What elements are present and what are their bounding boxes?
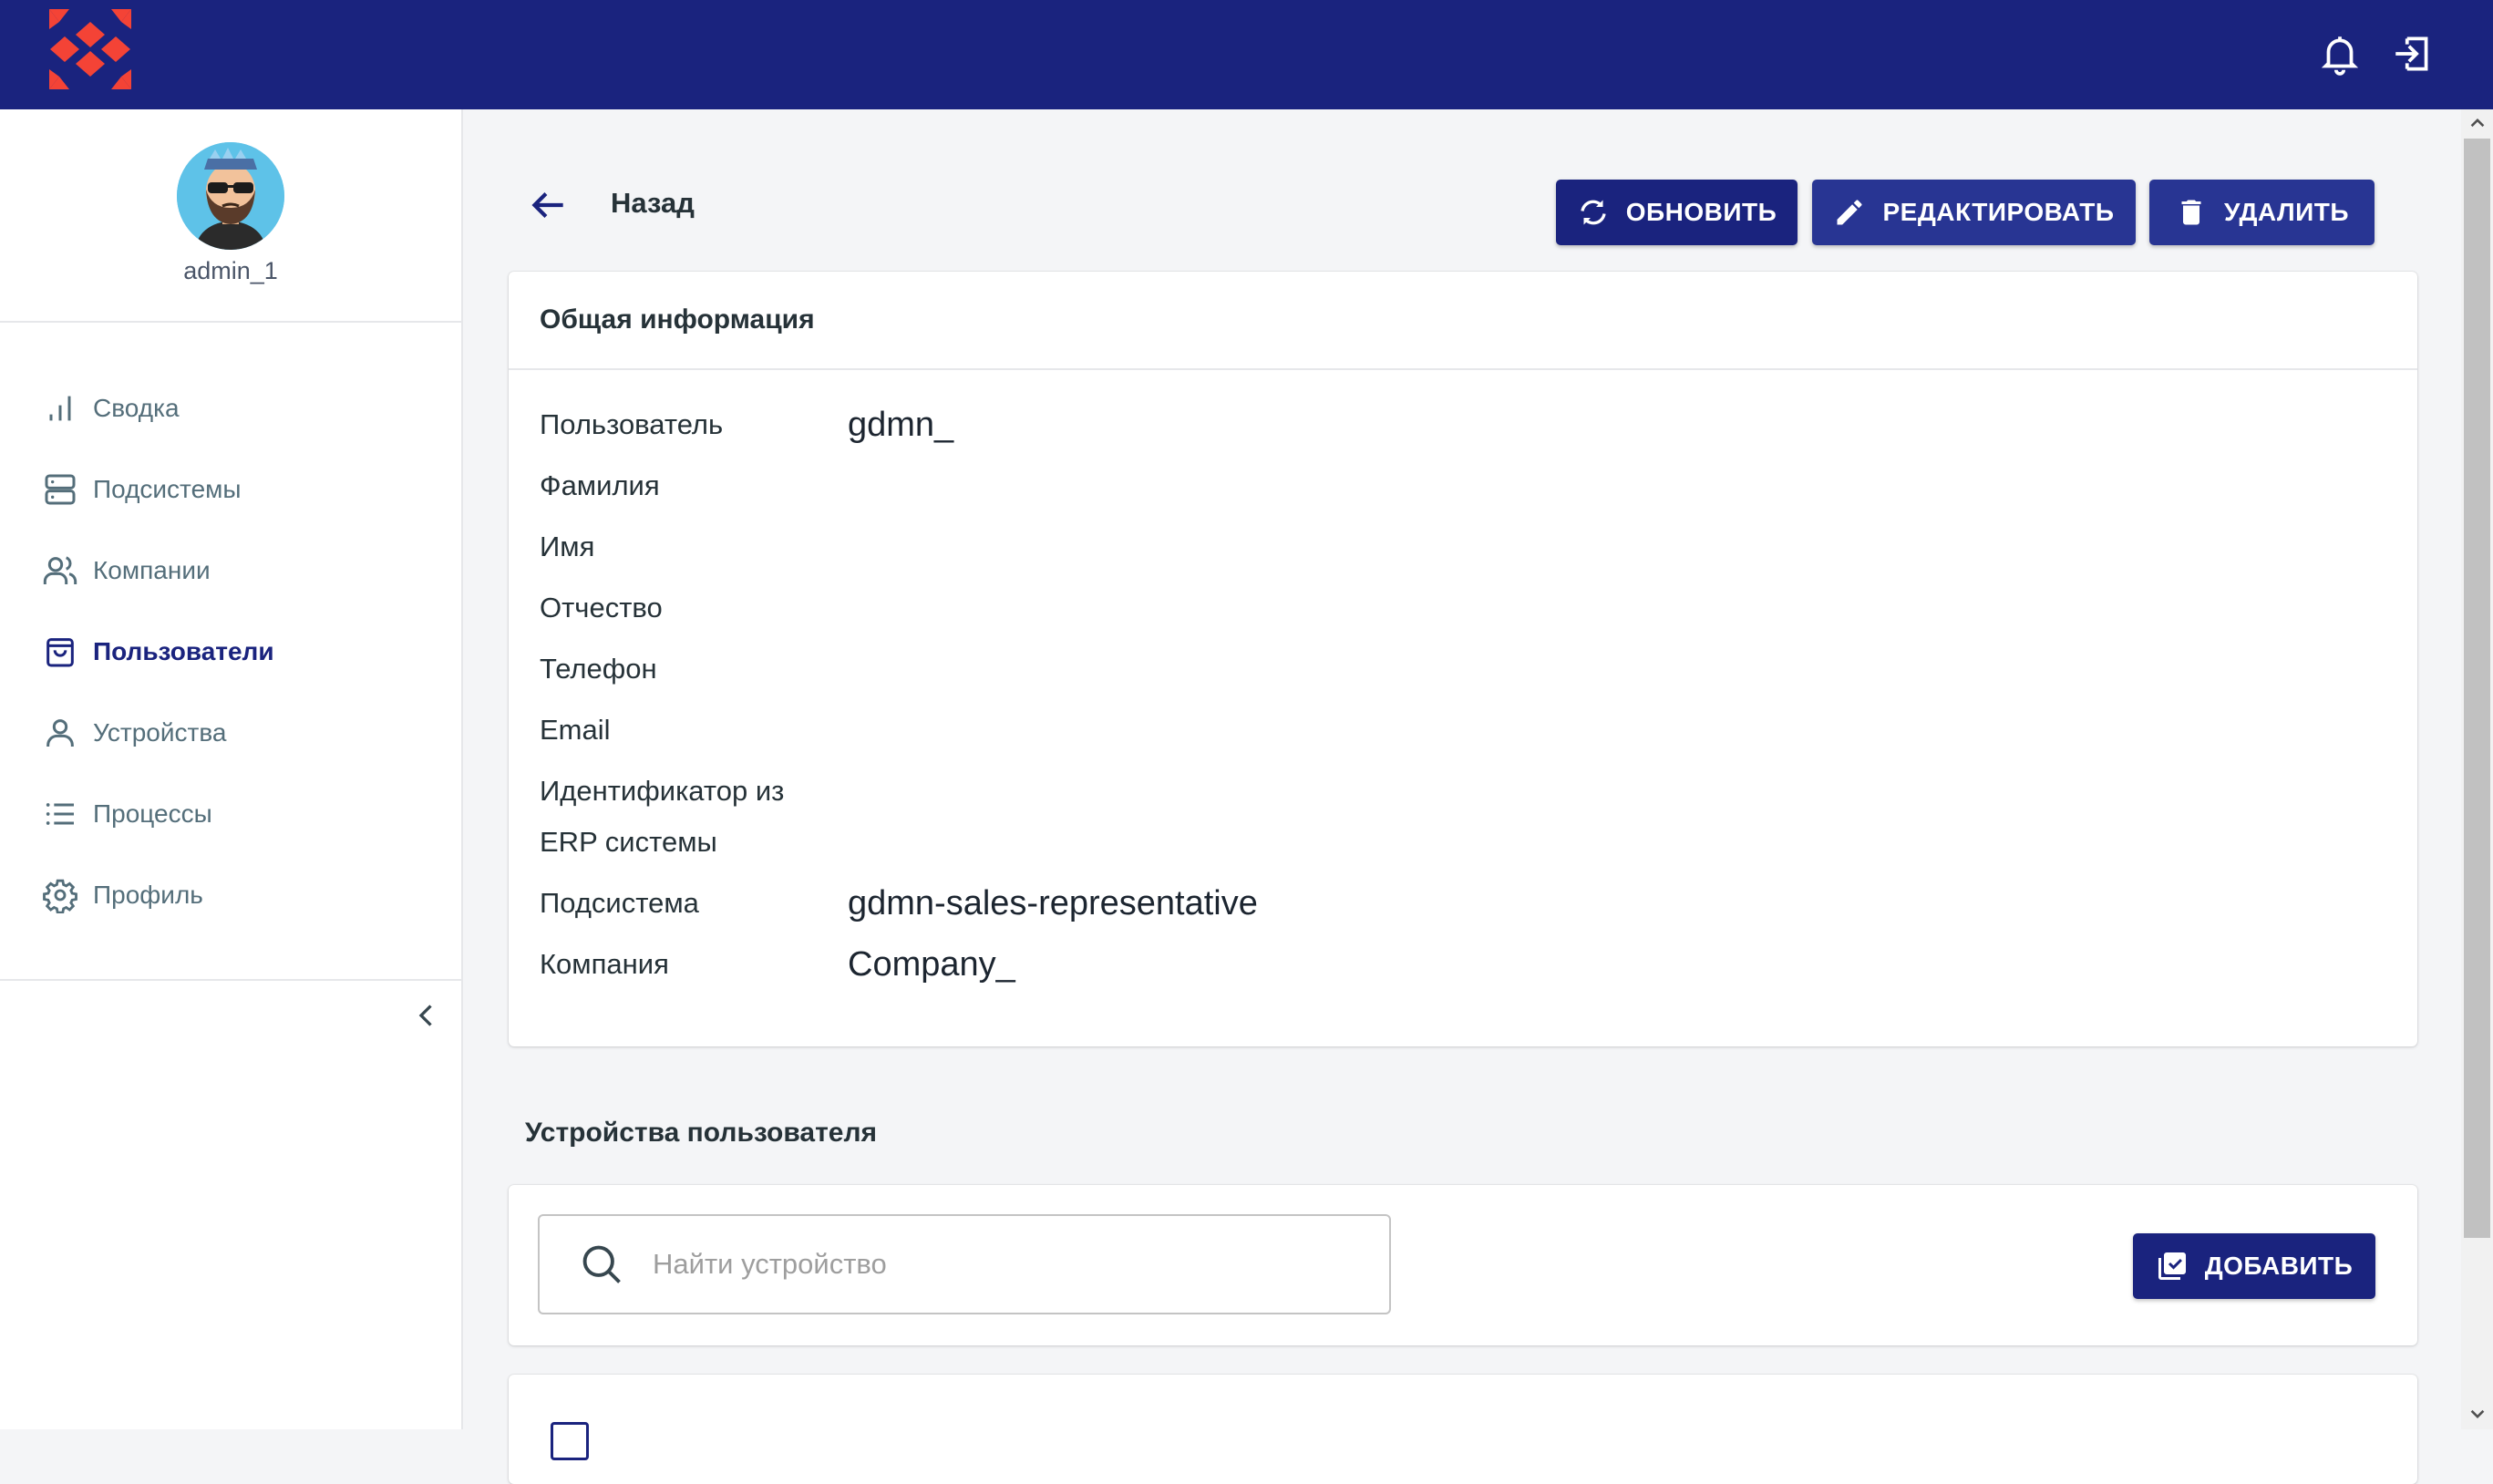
brand-logo[interactable]	[42, 4, 139, 95]
top-app-bar	[0, 0, 2493, 109]
sidebar-item-companies[interactable]: Компании	[40, 543, 423, 598]
refresh-icon	[1581, 200, 1606, 225]
select-all-checkbox[interactable]	[551, 1422, 589, 1460]
field-value-username: gdmn_	[848, 406, 954, 444]
logout-icon[interactable]	[2390, 31, 2436, 77]
bell-icon[interactable]	[2317, 31, 2363, 77]
sidebar-item-devices[interactable]: Устройства	[40, 706, 423, 760]
sidebar-item-subsystems[interactable]: Подсистемы	[40, 462, 423, 517]
delete-label: УДАЛИТЬ	[2223, 198, 2349, 226]
sidebar-divider	[0, 979, 461, 981]
refresh-label: ОБНОВИТЬ	[1625, 198, 1777, 226]
pencil-icon	[1837, 200, 1862, 225]
card-divider	[509, 368, 2417, 370]
scroll-down-icon[interactable]	[2461, 1400, 2493, 1427]
back-link[interactable]: Назад	[611, 187, 695, 220]
sidebar-item-summary[interactable]: Сводка	[40, 381, 423, 436]
sidebar-item-processes[interactable]: Процессы	[40, 787, 423, 841]
sidebar-item-label: Пользователи	[93, 637, 274, 665]
sidebar-item-label: Профиль	[93, 881, 203, 909]
sidebar-item-label: Процессы	[93, 799, 212, 828]
avatar[interactable]	[177, 142, 284, 250]
field-label-patronymic: Отчество	[540, 592, 663, 623]
delete-button[interactable]: УДАЛИТЬ	[2149, 180, 2375, 245]
shopping-bag-icon	[40, 632, 80, 672]
search-input[interactable]	[651, 1247, 1347, 1282]
field-value-company: Company_	[848, 945, 1015, 984]
add-box-icon	[2158, 1252, 2186, 1280]
chevron-left-icon[interactable]	[407, 995, 447, 1036]
field-label-username: Пользователь	[540, 408, 724, 440]
trash-icon	[2181, 200, 2201, 225]
bar-chart-icon	[40, 388, 80, 428]
username: admin_1	[183, 257, 278, 284]
sidebar-item-users[interactable]: Пользователи	[40, 624, 423, 679]
gear-icon	[40, 875, 80, 915]
add-device-button[interactable]: ДОБАВИТЬ	[2133, 1233, 2375, 1299]
sidebar-item-label: Устройства	[93, 718, 227, 747]
field-value-subsystem: gdmn-sales-representative	[848, 884, 1258, 922]
sidebar-item-profile[interactable]: Профиль	[40, 868, 423, 922]
sidebar-divider	[0, 321, 461, 323]
field-label-phone: Телефон	[540, 653, 657, 685]
scrollbar-thumb[interactable]	[2464, 139, 2490, 1238]
general-info-card: Общая информация Пользователь gdmn_ Фами…	[509, 272, 2417, 1046]
sidebar-item-label: Компании	[93, 556, 211, 584]
devices-table-card	[509, 1375, 2417, 1484]
search-icon	[582, 1245, 621, 1283]
field-label-lastname: Фамилия	[540, 469, 660, 501]
field-label-firstname: Имя	[540, 531, 595, 562]
field-label-company: Компания	[540, 948, 669, 980]
section-title-devices: Устройства пользователя	[525, 1118, 878, 1148]
user-icon	[40, 713, 80, 753]
users-icon	[40, 551, 80, 591]
sidebar: admin_1 Сводка Подсистемы Компании Польз…	[0, 109, 463, 1429]
devices-toolbar-card: ДОБАВИТЬ	[509, 1185, 2417, 1345]
field-label-email: Email	[540, 714, 611, 746]
search-field[interactable]	[538, 1214, 1391, 1314]
edit-label: РЕДАКТИРОВАТЬ	[1882, 198, 2115, 226]
server-icon	[40, 469, 80, 510]
card-title: Общая информация	[540, 304, 815, 335]
add-label: ДОБАВИТЬ	[2204, 1252, 2354, 1280]
field-label-subsystem: Подсистема	[540, 887, 699, 919]
back-arrow-icon[interactable]	[525, 182, 571, 228]
field-label-erp-id: Идентификатор из ERP системы	[540, 775, 785, 858]
edit-button[interactable]: РЕДАКТИРОВАТЬ	[1812, 180, 2136, 245]
sidebar-item-label: Сводка	[93, 394, 180, 422]
sidebar-item-label: Подсистемы	[93, 475, 242, 503]
list-icon	[40, 794, 80, 834]
refresh-button[interactable]: ОБНОВИТЬ	[1556, 180, 1798, 245]
scroll-up-icon[interactable]	[2461, 109, 2493, 137]
